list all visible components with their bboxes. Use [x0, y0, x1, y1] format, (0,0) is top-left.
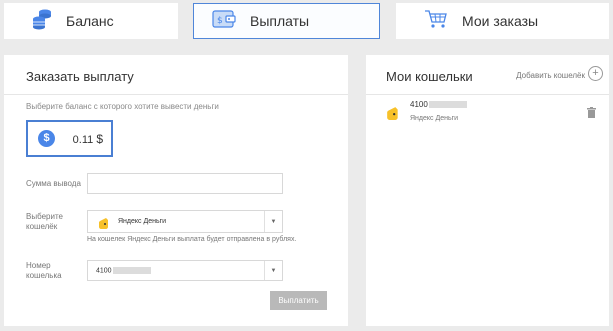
- chevron-down-icon[interactable]: ▼: [264, 211, 282, 232]
- wallet-label-line2: кошелёк: [26, 222, 58, 231]
- wallet-item-prefix: 4100: [410, 100, 428, 109]
- trash-icon[interactable]: [587, 105, 596, 123]
- wallet-number-select[interactable]: 4100 ▼: [87, 260, 283, 281]
- payout-panel-header: Заказать выплату: [4, 55, 348, 95]
- payout-panel: Заказать выплату Выберите баланс с котор…: [4, 55, 348, 326]
- coins-icon: [32, 8, 52, 35]
- redacted-number: [112, 267, 151, 274]
- chevron-down-icon[interactable]: ▼: [264, 261, 282, 280]
- balance-hint: Выберите баланс с которого хотите вывест…: [26, 102, 219, 111]
- wallets-panel-header: Мои кошельки Добавить кошелёк +: [366, 55, 609, 95]
- wallet-label: Выберите кошелёк: [26, 212, 63, 232]
- balance-amount: 0.11 $: [73, 132, 103, 146]
- wallet-number-prefix: 4100: [96, 267, 112, 275]
- tab-payouts-label: Выплаты: [250, 13, 310, 29]
- wallet-icon: $: [212, 8, 236, 35]
- yandex-money-icon: [98, 216, 110, 234]
- tab-orders-label: Мои заказы: [462, 13, 539, 29]
- wallet-label-line1: Выберите: [26, 212, 63, 221]
- tab-payouts[interactable]: $ Выплаты: [193, 3, 380, 39]
- tab-orders[interactable]: Мои заказы: [396, 3, 609, 39]
- balance-currency: $: [96, 132, 103, 146]
- amount-input[interactable]: [87, 173, 283, 194]
- tab-balance[interactable]: Баланс: [4, 3, 178, 39]
- dollar-coin-icon: $: [38, 130, 55, 147]
- wallet-list-item[interactable]: 4100 Яндекс Деньги: [386, 100, 596, 130]
- wallet-select[interactable]: Яндекс Деньги ▼: [87, 210, 283, 233]
- balance-card[interactable]: $ 0.11 $: [26, 120, 113, 157]
- payout-title: Заказать выплату: [26, 69, 134, 84]
- wallets-panel: Мои кошельки Добавить кошелёк + 4100 Янд…: [366, 55, 609, 326]
- wallets-title: Мои кошельки: [386, 69, 473, 84]
- number-label-line2: кошелька: [26, 271, 62, 280]
- wallet-number-value: 4100: [96, 267, 151, 274]
- yandex-money-icon: [386, 106, 400, 125]
- wallet-item-number: 4100: [410, 100, 467, 109]
- redacted-number: [428, 101, 467, 109]
- add-icon[interactable]: +: [588, 66, 603, 81]
- amount-label: Сумма вывода: [26, 179, 81, 188]
- submit-payout-button[interactable]: Выплатить: [270, 291, 327, 310]
- wallet-note: На кошелек Яндекс Деньги выплата будет о…: [87, 236, 297, 243]
- wallet-select-value: Яндекс Деньги: [118, 218, 167, 225]
- add-wallet-link[interactable]: Добавить кошелёк: [516, 71, 585, 80]
- shopping-cart-icon: [424, 8, 448, 35]
- wallet-item-name: Яндекс Деньги: [410, 115, 459, 122]
- number-label-line1: Номер: [26, 261, 51, 270]
- balance-value: 0.11: [72, 134, 94, 146]
- svg-text:$: $: [217, 16, 223, 26]
- tab-balance-label: Баланс: [66, 13, 114, 29]
- number-label: Номер кошелька: [26, 261, 62, 281]
